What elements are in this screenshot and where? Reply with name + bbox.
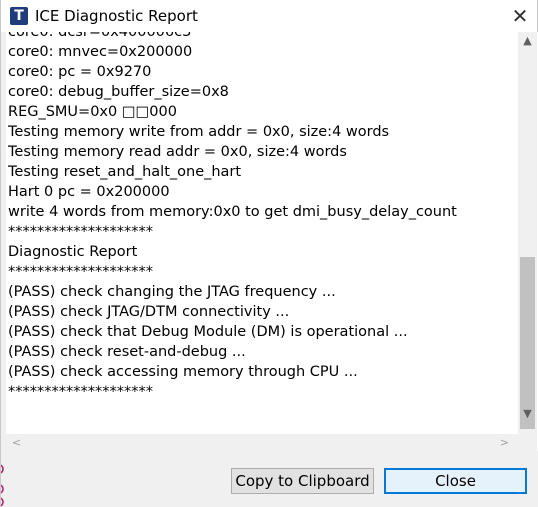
dialog-client: core0: dcsr=0x400006c3 core0: mnvec=0x200… xyxy=(6,32,538,507)
report-line: Testing reset_and_halt_one_hart xyxy=(8,164,242,180)
scroll-up-arrow-icon[interactable]: ▲ xyxy=(518,32,537,49)
report-line: Diagnostic Report xyxy=(8,244,138,260)
window-title: ICE Diagnostic Report xyxy=(35,7,198,25)
report-line: (PASS) check accessing memory through CP… xyxy=(8,364,358,380)
report-textarea[interactable]: core0: dcsr=0x400006c3 core0: mnvec=0x200… xyxy=(6,32,538,451)
close-window-button[interactable]: ✕ xyxy=(506,2,534,30)
copy-to-clipboard-button[interactable]: Copy to Clipboard xyxy=(231,468,374,494)
report-line: Testing memory write from addr = 0x0, si… xyxy=(8,124,390,140)
report-line: (PASS) check JTAG/DTM connectivity ... xyxy=(8,304,290,320)
ice-diagnostic-window: T ICE Diagnostic Report ✕ core0: dcsr=0x… xyxy=(0,0,538,507)
background-window-edge xyxy=(1,464,4,507)
report-line: core0: debug_buffer_size=0x8 xyxy=(8,84,229,100)
report-line: (PASS) check that Debug Module (DM) is o… xyxy=(8,324,408,340)
title-bar[interactable]: T ICE Diagnostic Report ✕ xyxy=(1,0,537,32)
scroll-left-arrow-icon[interactable]: < xyxy=(8,434,25,451)
report-line: (PASS) check changing the JTAG frequency… xyxy=(8,284,336,300)
report-line: core0: pc = 0x9270 xyxy=(8,64,152,80)
report-line: Testing memory read addr = 0x0, size:4 w… xyxy=(8,144,347,160)
close-button[interactable]: Close xyxy=(384,468,527,494)
vertical-scroll-thumb[interactable] xyxy=(520,257,535,429)
vertical-scrollbar[interactable]: ▲ ▼ xyxy=(518,32,537,434)
app-icon: T xyxy=(10,7,28,25)
horizontal-scrollbar[interactable]: < > xyxy=(6,434,518,451)
report-line: Hart 0 pc = 0x200000 xyxy=(8,184,170,200)
report-line: core0: mnvec=0x200000 xyxy=(8,44,193,60)
scroll-right-arrow-icon[interactable]: > xyxy=(496,434,513,451)
scrollbar-corner xyxy=(518,434,537,451)
report-line: core0: dcsr=0x400006c3 xyxy=(8,32,192,40)
scroll-down-arrow-icon[interactable]: ▼ xyxy=(518,405,537,422)
report-line: ******************** xyxy=(8,384,153,400)
report-line: ******************** xyxy=(8,224,153,240)
report-line: ******************** xyxy=(8,264,153,280)
report-line: write 4 words from memory:0x0 to get dmi… xyxy=(8,204,457,220)
report-line: (PASS) check reset-and-debug ... xyxy=(8,344,246,360)
report-lines: core0: dcsr=0x400006c3 core0: mnvec=0x200… xyxy=(8,32,516,404)
report-line: REG_SMU=0x0 □□000 xyxy=(8,104,177,120)
